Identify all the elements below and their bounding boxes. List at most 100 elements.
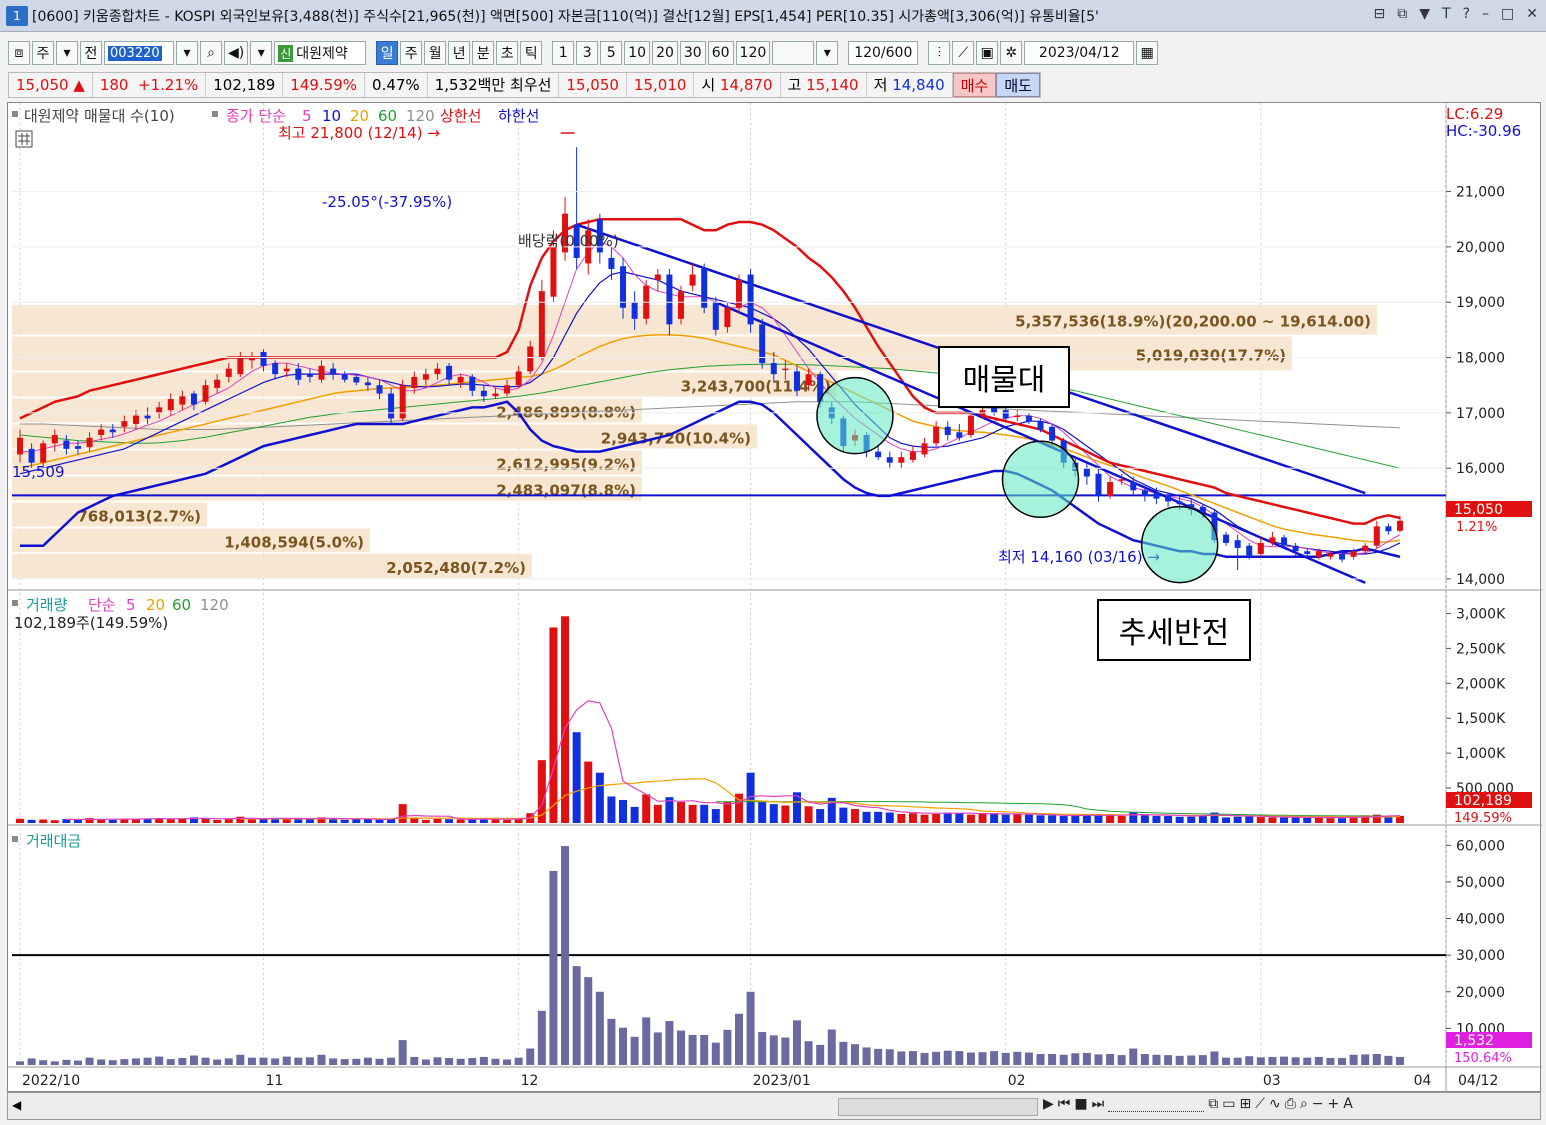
lc-label: LC:6.29 <box>1446 105 1503 123</box>
angle-note: -25.05°(-37.95%) <box>322 193 452 211</box>
volume-bar <box>1164 816 1173 823</box>
interval-10[interactable]: 10 <box>624 41 651 65</box>
period-tab-tick[interactable]: 틱 <box>520 41 543 65</box>
buy-button[interactable]: 매수 <box>952 73 997 97</box>
pin-icon[interactable]: ▼ <box>1419 6 1430 22</box>
layout-icon[interactable]: ⧈ <box>8 41 30 65</box>
rewind-icon[interactable]: ⏮ <box>1058 1096 1071 1112</box>
copy-icon[interactable]: ⧉ <box>1208 1096 1218 1112</box>
period-tab-day[interactable]: 일 <box>376 41 399 65</box>
minimize-icon[interactable]: – <box>1482 6 1489 22</box>
draw-icon[interactable]: ⊞ <box>1239 1096 1251 1112</box>
prev-button[interactable]: 전 <box>80 41 102 65</box>
current-price: 15,050 ▲ <box>9 73 93 97</box>
wave-icon[interactable]: ∿ <box>1269 1096 1281 1112</box>
amount-bar <box>259 1057 268 1065</box>
candle-body <box>422 374 429 380</box>
save-icon[interactable]: ▣ <box>976 41 999 65</box>
settings-icon[interactable]: ✲ <box>1000 41 1023 65</box>
date-input[interactable]: 2023/04/12 <box>1024 41 1135 65</box>
candle-body <box>63 440 70 449</box>
window-icon[interactable]: ▭ <box>1222 1096 1235 1112</box>
volume-tick-label: 3,000K <box>1456 606 1506 622</box>
period-tab-minute[interactable]: 분 <box>472 41 495 65</box>
calendar-icon[interactable]: ▦ <box>1136 41 1159 65</box>
play-icon[interactable]: ▶ <box>1043 1096 1054 1112</box>
legend-ma10[interactable]: 10 <box>322 107 341 125</box>
legend-volume-ma60[interactable]: 60 <box>172 596 191 614</box>
volume-bar <box>572 732 581 823</box>
search-icon[interactable]: ⌕ <box>200 41 222 65</box>
legend-volume-ma120[interactable]: 120 <box>200 596 229 614</box>
legend-ma5[interactable]: 5 <box>302 107 312 125</box>
speaker-dropdown-icon[interactable]: ▾ <box>250 41 273 65</box>
legend-lower[interactable]: 하한선 <box>498 107 539 125</box>
close-icon[interactable]: ✕ <box>1526 6 1538 22</box>
interval-3[interactable]: 3 <box>576 41 599 65</box>
legend-close-simple[interactable]: 종가 단순 <box>226 107 286 125</box>
sell-button[interactable]: 매도 <box>996 73 1040 97</box>
table-icon[interactable] <box>15 130 33 148</box>
scroll-left-icon[interactable]: ◀ <box>12 1098 21 1112</box>
restore-layout-icon[interactable]: ⧉ <box>1397 6 1407 22</box>
speed-slider[interactable] <box>1108 1096 1205 1112</box>
legend-volume[interactable]: 거래량 <box>26 596 68 614</box>
amount-bar <box>862 1047 871 1065</box>
legend-amount[interactable]: 거래대금 <box>26 832 81 850</box>
period-tab-month[interactable]: 월 <box>424 41 447 65</box>
legend-profile[interactable]: 대원제약 매물대 수(10) <box>24 107 175 125</box>
chart-area[interactable]: 2,052,480(7.2%) 1,408,594(5.0%) 768,013(2.… <box>7 102 1542 1093</box>
trend-icon[interactable]: ⟋ <box>1255 1096 1265 1112</box>
credit-badge: 신 <box>278 44 294 62</box>
period-tab-week[interactable]: 주 <box>400 41 423 65</box>
code-dropdown-icon[interactable]: ▾ <box>176 41 198 65</box>
zoom-icon[interactable]: ⌕ <box>1300 1096 1308 1112</box>
print-icon[interactable]: ⎙ <box>1285 1096 1296 1112</box>
scroll-thumb[interactable] <box>838 1098 1038 1116</box>
legend-ma120[interactable]: 120 <box>406 107 435 125</box>
interval-120[interactable]: 120 <box>735 41 771 65</box>
legend-upper[interactable]: 상한선 <box>440 107 481 125</box>
period-tab-second[interactable]: 초 <box>496 41 519 65</box>
type-select[interactable]: 주 <box>32 41 54 65</box>
volume-bar <box>943 812 952 823</box>
legend-volume-ma5[interactable]: 5 <box>126 596 136 614</box>
volume-bar <box>213 819 222 823</box>
candle-body <box>179 396 186 405</box>
chart-scrollbar[interactable]: ◀ ▶ ⏮ ■ ⏭ ⧉ ▭ ⊞ ⟋ ∿ ⎙ ⌕ − + A <box>7 1092 1541 1120</box>
legend-volume-ma20[interactable]: 20 <box>146 596 165 614</box>
fast-forward-icon[interactable]: ⏭ <box>1092 1096 1105 1112</box>
maximize-icon[interactable]: □ <box>1501 6 1514 22</box>
text-tool-icon[interactable]: A <box>1343 1096 1353 1112</box>
split-icon[interactable]: ⊟ <box>1374 6 1386 22</box>
chart-canvas[interactable]: 2,052,480(7.2%) 1,408,594(5.0%) 768,013(2.… <box>8 103 1542 1093</box>
period-tab-year[interactable]: 년 <box>448 41 471 65</box>
legend-volume-simple[interactable]: 단순 <box>88 596 116 614</box>
interval-20[interactable]: 20 <box>652 41 678 65</box>
amount-bar <box>456 1058 465 1065</box>
interval-1[interactable]: 1 <box>552 41 575 65</box>
interval-5[interactable]: 5 <box>600 41 623 65</box>
count-input[interactable]: 120/600 <box>848 41 919 65</box>
volume-bar <box>908 813 917 823</box>
text-icon[interactable]: T <box>1442 6 1451 22</box>
plus-icon[interactable]: + <box>1328 1096 1340 1112</box>
stock-code-input[interactable]: 003220 <box>104 41 174 65</box>
type-dropdown-icon[interactable]: ▾ <box>56 41 78 65</box>
interval-dropdown-icon[interactable]: ▾ <box>816 41 839 65</box>
help-icon[interactable]: ? <box>1463 6 1470 22</box>
stock-name-field[interactable]: 신 대원제약 <box>274 41 367 65</box>
indicator-icon[interactable]: ⫶ <box>928 41 951 65</box>
minus-icon[interactable]: − <box>1312 1096 1324 1112</box>
interval-custom-input[interactable] <box>772 41 815 65</box>
interval-60[interactable]: 60 <box>707 41 734 65</box>
amount-bar <box>433 1057 442 1065</box>
interval-30[interactable]: 30 <box>679 41 706 65</box>
speaker-icon[interactable]: ◀) <box>224 41 249 65</box>
legend-ma60[interactable]: 60 <box>378 107 397 125</box>
window-number[interactable]: 1 <box>6 5 28 26</box>
stop-icon[interactable]: ■ <box>1074 1096 1087 1112</box>
legend-ma20[interactable]: 20 <box>350 107 369 125</box>
trend-tool-icon[interactable]: ⟋ <box>952 41 975 65</box>
amount-bar <box>363 1057 372 1065</box>
